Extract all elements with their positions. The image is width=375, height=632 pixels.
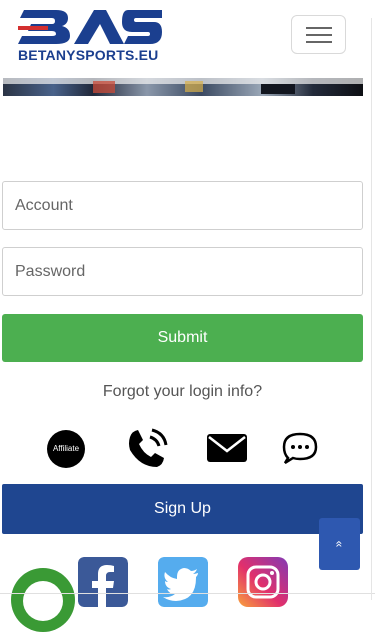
promo-banner[interactable] <box>3 78 363 96</box>
sign-up-button[interactable]: Sign Up <box>2 484 363 534</box>
scrollbar-track <box>371 18 372 600</box>
logo[interactable]: BETANYSPORTS.EU <box>16 6 162 64</box>
submit-button[interactable]: Submit <box>2 314 363 362</box>
chevron-double-up-icon: « <box>332 540 347 548</box>
banner-graphic <box>185 81 203 92</box>
hamburger-icon <box>306 41 332 43</box>
hamburger-icon <box>306 34 332 36</box>
menu-button[interactable] <box>291 15 346 54</box>
account-input[interactable] <box>2 181 363 230</box>
mail-icon[interactable] <box>206 428 248 468</box>
affiliate-label: Affiliate <box>52 444 80 453</box>
chat-icon[interactable] <box>282 428 318 468</box>
banner-graphic <box>261 84 295 94</box>
banner-strip <box>3 78 363 84</box>
banner-graphic <box>93 81 115 93</box>
logo-text: BETANYSPORTS.EU <box>18 47 159 63</box>
divider <box>0 593 375 594</box>
forgot-login-link[interactable]: Forgot your login info? <box>0 383 365 401</box>
hamburger-icon <box>306 27 332 29</box>
live-chat-icon[interactable] <box>11 568 75 632</box>
affiliate-icon[interactable]: Affiliate <box>47 430 85 468</box>
phone-icon[interactable] <box>126 428 168 468</box>
scroll-to-top-button[interactable]: « <box>319 518 360 570</box>
password-input[interactable] <box>2 247 363 296</box>
logo-mark <box>18 10 162 44</box>
live-chat-icon-inner <box>23 581 63 621</box>
header: BETANYSPORTS.EU <box>0 0 375 70</box>
